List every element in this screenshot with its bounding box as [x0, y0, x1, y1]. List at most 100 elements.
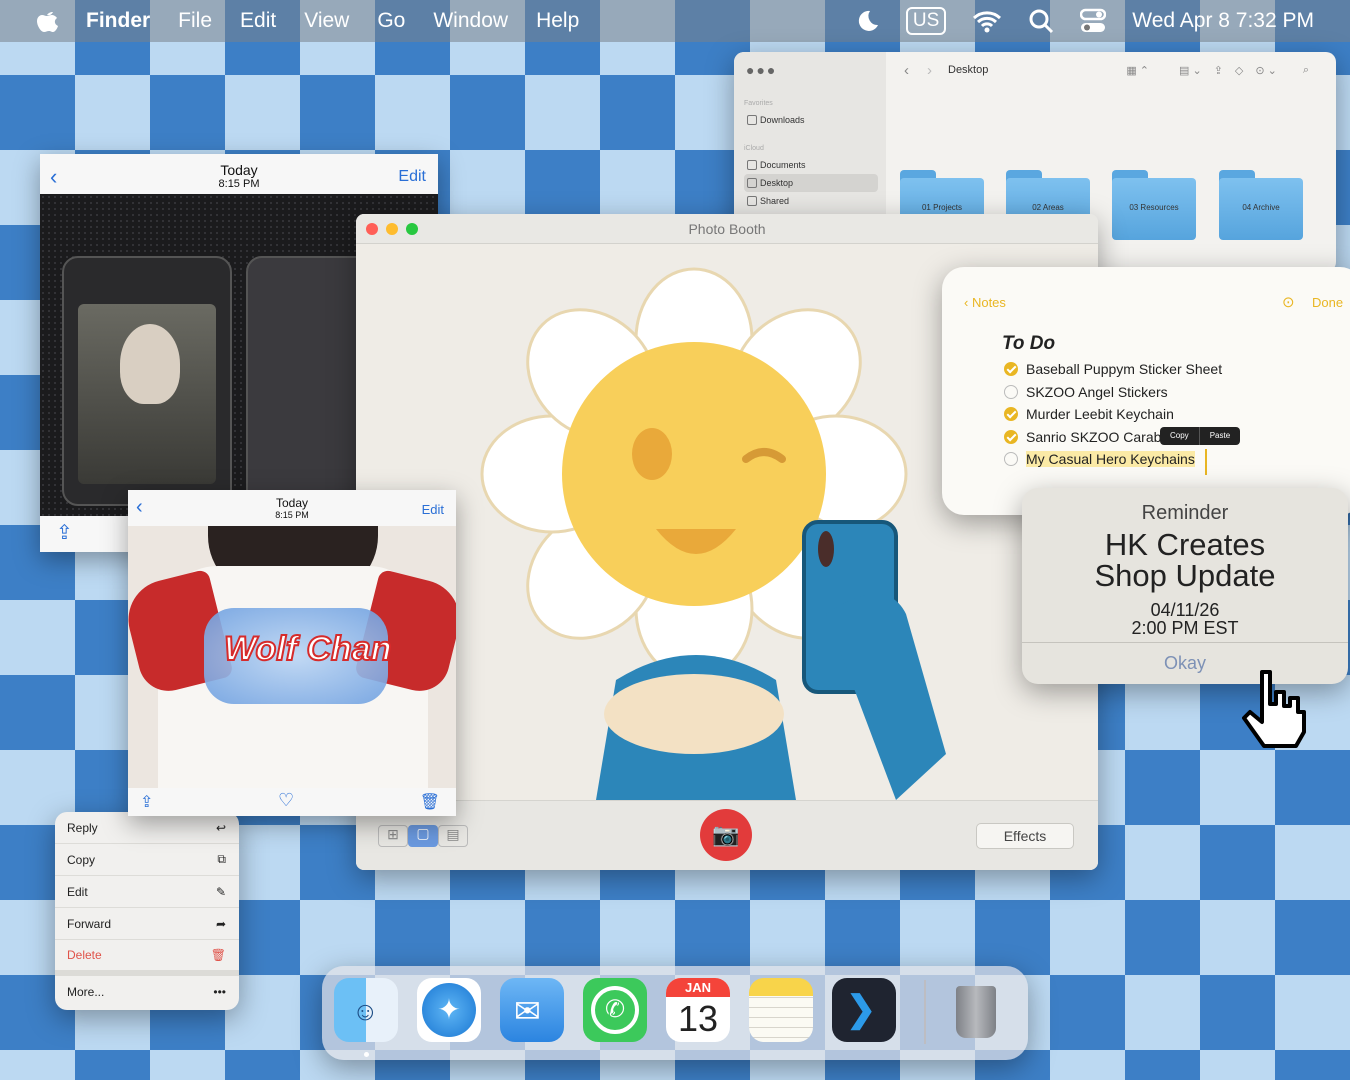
menu-item-reply[interactable]: Reply ↩ [55, 812, 239, 844]
menu-item-label: Delete [67, 948, 102, 962]
more-icon[interactable]: ⊙ ⌄ [1255, 64, 1277, 77]
sidebar-item-desktop[interactable]: Desktop [744, 174, 878, 192]
notes-back-button[interactable]: ‹ Notes [964, 295, 1006, 310]
menu-edit[interactable]: Edit [240, 9, 276, 33]
tag-icon[interactable]: ◇ [1235, 64, 1243, 77]
edit-popup: Copy Paste [1160, 427, 1241, 445]
more-circle-icon[interactable]: ⊙ [1282, 293, 1295, 311]
checkbox-checked-icon[interactable] [1004, 362, 1018, 376]
single-view-icon[interactable]: ▢ [408, 825, 438, 847]
desktop: { "menubar":{"app":"Finder","items":["Fi… [0, 0, 1350, 1080]
sidebar-section-favorites: Favorites [744, 100, 773, 107]
menu-item-copy[interactable]: Copy ⧉ [55, 844, 239, 876]
photo-title: Today [220, 162, 258, 178]
todo-item[interactable]: Sanrio SKZOO Carab [1004, 429, 1161, 445]
minimize-icon[interactable] [386, 223, 398, 235]
checkbox-empty-icon[interactable] [1004, 385, 1018, 399]
todo-item[interactable]: Murder Leebit Keychain [1004, 406, 1174, 422]
share-icon[interactable]: ⇪ [1214, 64, 1223, 77]
notes-dock-icon[interactable] [749, 978, 813, 1042]
calendar-month: JAN [666, 978, 730, 997]
todo-item[interactable]: My Casual Hero Keychains [1004, 451, 1195, 467]
forward-arrow-icon: ➦ [215, 916, 226, 931]
selection-handle[interactable] [1205, 449, 1207, 475]
context-menu: Reply ↩ Copy ⧉ Edit ✎ Forward ➦ Delete 🗑 More… [55, 812, 239, 1010]
camera-shutter-button[interactable]: 📷 [700, 809, 752, 861]
edit-button[interactable]: Edit [398, 168, 426, 186]
moon-icon[interactable] [854, 8, 880, 34]
checkbox-checked-icon[interactable] [1004, 430, 1018, 444]
photo-image[interactable]: Wolf Chan [128, 526, 456, 788]
menu-clock[interactable]: Wed Apr 8 7:32 PM [1132, 9, 1314, 33]
back-icon[interactable]: ‹ [904, 62, 909, 79]
search-icon[interactable] [1028, 8, 1054, 34]
control-center-icon[interactable] [1080, 8, 1107, 34]
menu-app-name[interactable]: Finder [86, 9, 150, 33]
photo-title: Today [275, 496, 309, 510]
folder-label: 02 Areas [1032, 203, 1064, 212]
input-source-badge[interactable]: US [905, 7, 947, 35]
sidebar-item-documents[interactable]: Documents [744, 156, 886, 174]
whatsapp-dock-icon[interactable]: ✆ [583, 978, 647, 1042]
folder-label: 01 Projects [921, 203, 963, 212]
menu-go[interactable]: Go [377, 9, 405, 33]
window-controls-icon[interactable]: ●●● [746, 62, 777, 78]
close-icon[interactable] [366, 223, 378, 235]
heart-icon[interactable]: ♡ [278, 790, 294, 811]
menu-item-more[interactable]: More... ••• [55, 976, 239, 1008]
finder-search-icon[interactable]: ⌕ [1303, 64, 1309, 77]
menu-window[interactable]: Window [433, 9, 508, 33]
reminder-title-line2: Shop Update [1094, 558, 1276, 593]
trash-icon[interactable]: 🗑 [420, 792, 440, 812]
menu-item-edit[interactable]: Edit ✎ [55, 876, 239, 908]
sidebar-item-downloads[interactable]: Downloads [744, 111, 886, 129]
checkbox-empty-icon[interactable] [1004, 452, 1018, 466]
grid-view-icon[interactable]: ⊞ [378, 825, 408, 847]
wifi-icon[interactable] [972, 9, 1002, 33]
menu-item-forward[interactable]: Forward ➦ [55, 908, 239, 940]
reply-icon: ↩ [215, 820, 226, 835]
copy-popup-button[interactable]: Copy [1160, 427, 1200, 445]
paste-popup-button[interactable]: Paste [1200, 427, 1240, 445]
back-chevron-icon[interactable]: ‹ [50, 164, 57, 190]
menu-item-label: Forward [67, 916, 112, 931]
menu-item-delete[interactable]: Delete 🗑 [55, 940, 239, 976]
back-chevron-icon[interactable]: ‹ [136, 496, 143, 519]
photo-booth-toolbar: ⊞ ▢ ▤ 📷 Effects [356, 800, 1098, 870]
mail-dock-icon[interactable]: ✉ [500, 978, 564, 1042]
finder-location-title: Desktop [948, 64, 989, 76]
menu-item-label: Reply [67, 820, 98, 835]
checkbox-checked-icon[interactable] [1004, 407, 1018, 421]
menu-help[interactable]: Help [536, 9, 579, 33]
pencil-icon: ✎ [215, 884, 226, 899]
zoom-icon[interactable] [406, 223, 418, 235]
menu-item-label: Copy [67, 852, 96, 867]
effects-button[interactable]: Effects [976, 823, 1074, 849]
vscode-dock-icon[interactable]: ❯ [832, 978, 896, 1042]
reminder-time: 2:00 PM EST [1131, 618, 1239, 638]
group-icon[interactable]: ▤ ⌄ [1179, 64, 1202, 77]
menu-item-label: Edit [67, 884, 88, 899]
sidebar-item-shared[interactable]: Shared [744, 192, 886, 210]
todo-item[interactable]: Baseball Puppym Sticker Sheet [1004, 361, 1222, 377]
safari-dock-icon[interactable]: ✦ [417, 978, 481, 1042]
finder-dock-icon[interactable]: ☺ [334, 978, 398, 1042]
photo-header: ‹ Today 8:15 PM Edit [128, 490, 456, 526]
menu-file[interactable]: File [178, 9, 212, 33]
filmstrip-view-icon[interactable]: ▤ [438, 825, 468, 847]
trash-dock-icon[interactable] [944, 978, 1008, 1042]
forward-icon[interactable]: › [927, 62, 932, 79]
share-icon[interactable]: ⇪ [56, 520, 73, 545]
notes-done-button[interactable]: Done [1312, 295, 1343, 310]
todo-item[interactable]: SKZOO Angel Stickers [1004, 384, 1168, 400]
apple-icon[interactable] [36, 8, 58, 34]
sidebar-section-icloud: iCloud [744, 145, 764, 152]
calendar-dock-icon[interactable]: JAN 13 [666, 978, 730, 1042]
share-icon[interactable]: ⇪ [140, 792, 153, 812]
todo-text: Sanrio SKZOO Carab [1026, 429, 1162, 445]
edit-button[interactable]: Edit [422, 502, 444, 517]
menu-view[interactable]: View [304, 9, 349, 33]
view-toggle-icon[interactable]: ▦ ⌃ [1126, 64, 1149, 77]
ellipsis-icon: ••• [213, 985, 226, 999]
copy-icon: ⧉ [217, 852, 226, 866]
